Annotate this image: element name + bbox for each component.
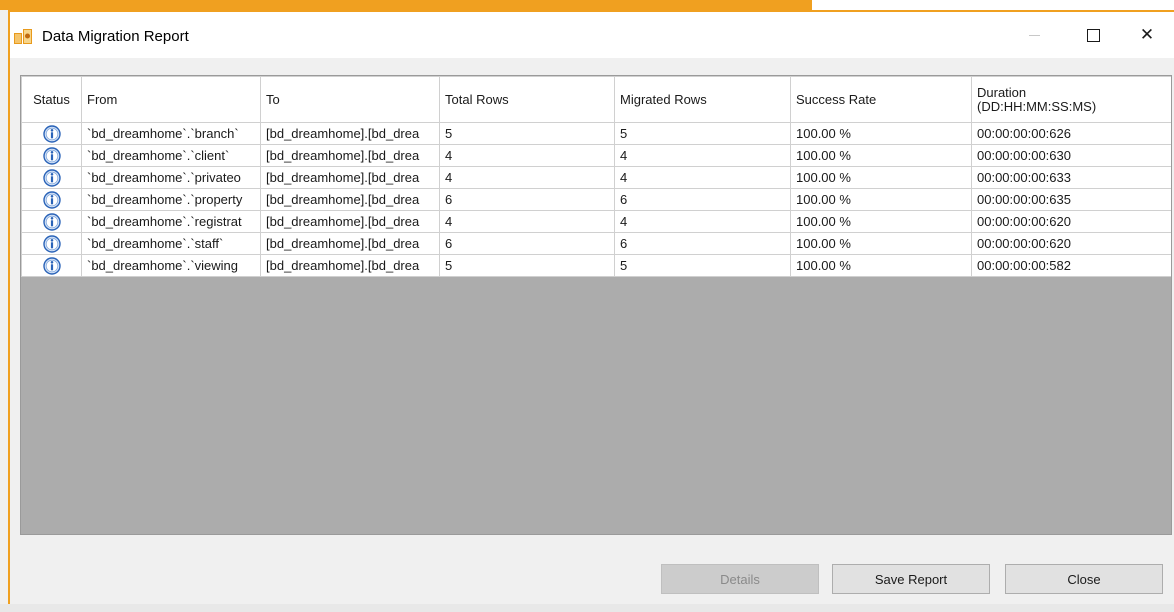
total-rows-cell: 6 [439,232,615,255]
success-rate-cell: 100.00 % [790,166,972,189]
column-header-status[interactable]: Status [21,76,82,123]
duration-cell: 00:00:00:00:626 [971,122,1171,145]
info-icon [42,168,61,187]
data-migration-report-dialog: Data Migration Report ✕ Status From To T… [8,10,1174,604]
from-cell: `bd_dreamhome`.`staff` [81,232,261,255]
status-cell [21,232,82,255]
migrated-rows-cell: 4 [614,166,791,189]
close-button[interactable]: Close [1005,564,1163,594]
details-button[interactable]: Details [661,564,819,594]
migrated-rows-cell: 4 [614,210,791,233]
column-header-total-rows[interactable]: Total Rows [439,76,615,123]
success-rate-cell: 100.00 % [790,188,972,211]
table-body: `bd_dreamhome`.`branch` [bd_dreamhome].[b… [21,122,1171,277]
migration-results-table: Status From To Total Rows Migrated Rows … [21,76,1171,277]
to-cell: [bd_dreamhome].[bd_drea [260,232,440,255]
success-rate-cell: 100.00 % [790,144,972,167]
migrated-rows-cell: 6 [614,188,791,211]
to-cell: [bd_dreamhome].[bd_drea [260,254,440,277]
duration-header-line2: (DD:HH:MM:SS:MS) [977,98,1097,114]
app-icon [14,27,34,45]
migrated-rows-cell: 5 [614,254,791,277]
total-rows-cell: 6 [439,188,615,211]
total-rows-cell: 4 [439,144,615,167]
duration-cell: 00:00:00:00:620 [971,210,1171,233]
column-header-duration[interactable]: Duration (DD:HH:MM:SS:MS) [971,76,1171,123]
table-row[interactable]: `bd_dreamhome`.`privateo [bd_dreamhome].[… [21,166,1171,189]
from-cell: `bd_dreamhome`.`property [81,188,261,211]
info-icon [42,124,61,143]
table-row[interactable]: `bd_dreamhome`.`staff` [bd_dreamhome].[bd… [21,232,1171,255]
dialog-titlebar: Data Migration Report ✕ [10,12,1174,58]
background-window-area [812,0,1174,10]
info-icon [42,190,61,209]
column-header-to[interactable]: To [260,76,440,123]
total-rows-cell: 4 [439,166,615,189]
column-header-from[interactable]: From [81,76,261,123]
status-cell [21,122,82,145]
close-window-button[interactable]: ✕ [1126,22,1168,48]
dialog-title: Data Migration Report [42,28,189,45]
background-window-bottom-edge [0,604,1174,612]
from-cell: `bd_dreamhome`.`client` [81,144,261,167]
success-rate-cell: 100.00 % [790,122,972,145]
table-row[interactable]: `bd_dreamhome`.`registrat [bd_dreamhome].… [21,210,1171,233]
to-cell: [bd_dreamhome].[bd_drea [260,210,440,233]
duration-cell: 00:00:00:00:635 [971,188,1171,211]
status-cell [21,166,82,189]
from-cell: `bd_dreamhome`.`branch` [81,122,261,145]
duration-cell: 00:00:00:00:633 [971,166,1171,189]
status-cell [21,188,82,211]
info-icon [42,256,61,275]
close-icon: ✕ [1139,25,1155,44]
table-row[interactable]: `bd_dreamhome`.`viewing [bd_dreamhome].[b… [21,254,1171,277]
duration-header-line1: Duration [977,84,1027,100]
info-icon [42,212,61,231]
background-window-titlebar [0,0,812,10]
duration-cell: 00:00:00:00:630 [971,144,1171,167]
minimize-button[interactable] [1013,22,1055,48]
duration-cell: 00:00:00:00:620 [971,232,1171,255]
total-rows-cell: 5 [439,254,615,277]
table-row[interactable]: `bd_dreamhome`.`property [bd_dreamhome].[… [21,188,1171,211]
to-cell: [bd_dreamhome].[bd_drea [260,122,440,145]
migration-results-grid[interactable]: Status From To Total Rows Migrated Rows … [20,75,1172,535]
background-window-edge [0,10,8,612]
from-cell: `bd_dreamhome`.`privateo [81,166,261,189]
status-cell [21,144,82,167]
info-icon [42,234,61,253]
status-cell [21,210,82,233]
to-cell: [bd_dreamhome].[bd_drea [260,166,440,189]
success-rate-cell: 100.00 % [790,254,972,277]
total-rows-cell: 5 [439,122,615,145]
to-cell: [bd_dreamhome].[bd_drea [260,144,440,167]
from-cell: `bd_dreamhome`.`viewing [81,254,261,277]
migrated-rows-cell: 5 [614,122,791,145]
table-row[interactable]: `bd_dreamhome`.`branch` [bd_dreamhome].[b… [21,122,1171,145]
info-icon [42,146,61,165]
status-cell [21,254,82,277]
maximize-button[interactable] [1072,22,1114,48]
table-header-row: Status From To Total Rows Migrated Rows … [21,76,1171,123]
maximize-icon [1086,28,1100,42]
save-report-button[interactable]: Save Report [832,564,990,594]
minimize-icon [1028,34,1040,36]
success-rate-cell: 100.00 % [790,232,972,255]
migrated-rows-cell: 6 [614,232,791,255]
column-header-migrated-rows[interactable]: Migrated Rows [614,76,791,123]
table-row[interactable]: `bd_dreamhome`.`client` [bd_dreamhome].[b… [21,144,1171,167]
to-cell: [bd_dreamhome].[bd_drea [260,188,440,211]
column-header-success-rate[interactable]: Success Rate [790,76,972,123]
from-cell: `bd_dreamhome`.`registrat [81,210,261,233]
duration-cell: 00:00:00:00:582 [971,254,1171,277]
migrated-rows-cell: 4 [614,144,791,167]
success-rate-cell: 100.00 % [790,210,972,233]
total-rows-cell: 4 [439,210,615,233]
